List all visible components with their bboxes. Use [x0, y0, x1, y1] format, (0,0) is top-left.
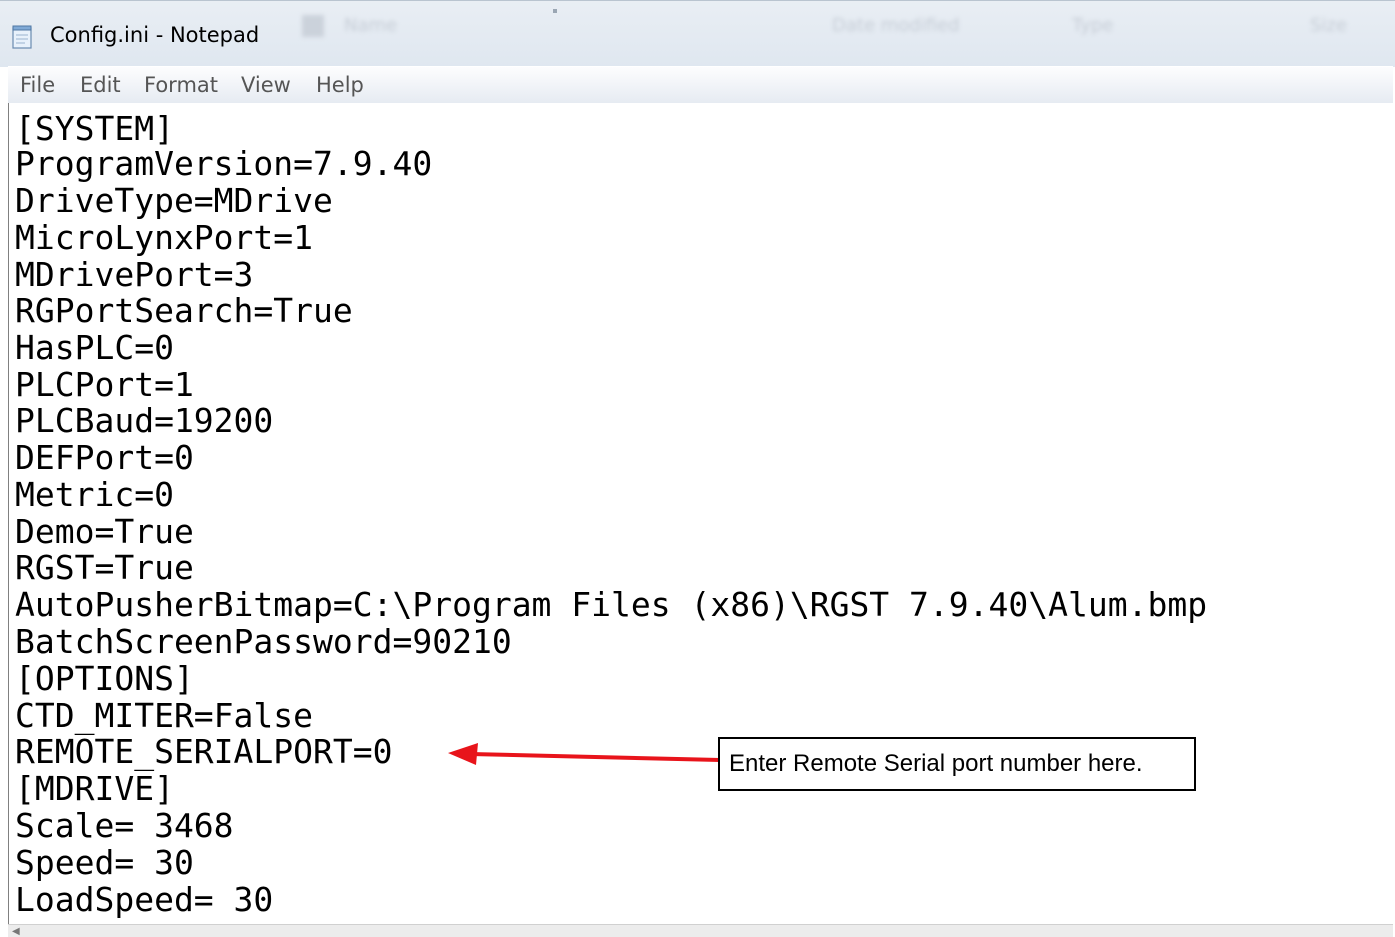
- text-line: MicroLynxPort=1: [15, 218, 314, 257]
- menu-help[interactable]: Help: [316, 73, 364, 97]
- text-line: [MDRIVE]: [15, 769, 174, 808]
- text-line: Speed= 30: [15, 843, 194, 882]
- background-checkbox: [302, 15, 324, 37]
- text-line: DEFPort=0: [15, 438, 194, 477]
- text-line: ProgramVersion=7.9.40: [15, 144, 433, 183]
- background-name-column: Name: [344, 15, 398, 36]
- menu-file[interactable]: File: [20, 73, 55, 97]
- text-line: [SYSTEM]: [15, 109, 174, 148]
- text-line: PLCPort=1: [15, 365, 194, 404]
- text-line: RGST=True: [15, 548, 194, 587]
- background-date-column: Date modified: [832, 15, 960, 36]
- text-line: AutoPusherBitmap=C:\Program Files (x86)\…: [15, 585, 1208, 624]
- text-line: PLCBaud=19200: [15, 401, 274, 440]
- notepad-window: Name Date modified Type Size Config.ini …: [0, 0, 1395, 937]
- text-line: RGPortSearch=True: [15, 291, 353, 330]
- menu-edit[interactable]: Edit: [80, 73, 121, 97]
- annotation-arrow: [448, 743, 721, 765]
- annotation-callout: Enter Remote Serial port number here.: [718, 737, 1196, 791]
- text-line: Demo=True: [15, 512, 194, 551]
- menu-format[interactable]: Format: [144, 73, 218, 97]
- text-line: Scale= 3468: [15, 806, 234, 845]
- text-line: LoadSpeed= 30: [15, 880, 274, 919]
- text-line-remote-serialport: REMOTE_SERIALPORT=0: [15, 732, 393, 771]
- text-line: [OPTIONS]: [15, 659, 194, 698]
- text-line: MDrivePort=3: [15, 255, 254, 294]
- title-bar[interactable]: Name Date modified Type Size Config.ini …: [0, 0, 1395, 67]
- callout-text: Enter Remote Serial port number here.: [729, 750, 1143, 777]
- background-type-column: Type: [1072, 15, 1114, 36]
- text-line: BatchScreenPassword=90210: [15, 622, 512, 661]
- horizontal-scrollbar[interactable]: ◀: [8, 924, 1393, 937]
- text-line: Metric=0: [15, 475, 174, 514]
- text-line: HasPLC=0: [15, 328, 174, 367]
- menu-bar: File Edit Format View Help: [8, 66, 1393, 104]
- scroll-left-arrow-icon[interactable]: ◀: [12, 926, 20, 937]
- text-editor-area[interactable]: [SYSTEM] ProgramVersion=7.9.40 DriveType…: [8, 103, 1394, 924]
- background-size-column: Size: [1310, 15, 1347, 36]
- text-line: CTD_MITER=False: [15, 696, 314, 735]
- text-line: DriveType=MDrive: [15, 181, 333, 220]
- menu-view[interactable]: View: [241, 73, 291, 97]
- notepad-icon: [12, 25, 32, 49]
- background-mark: [553, 9, 557, 13]
- window-title: Config.ini - Notepad: [50, 23, 260, 47]
